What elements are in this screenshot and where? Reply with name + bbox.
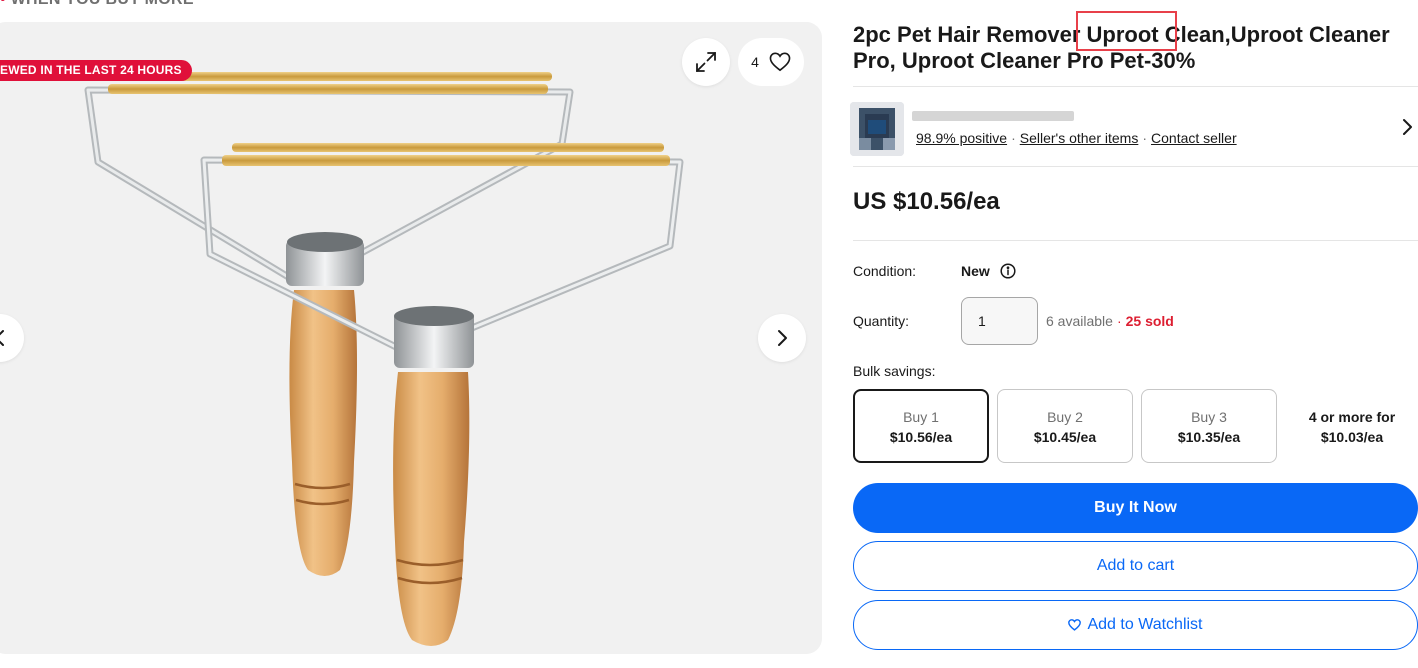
image-gallery[interactable]: EWED IN THE LAST 24 HOURS 4 [0, 22, 822, 654]
separator-dot: · [1116, 313, 1122, 329]
bulk-option-1[interactable]: Buy 1 $10.56/ea [853, 389, 989, 463]
condition-label: Condition: [853, 263, 917, 279]
bulk-savings-label: Bulk savings: [853, 363, 936, 379]
available-count: 6 available [1046, 313, 1113, 329]
divider [853, 86, 1418, 87]
bulk-option-qty: Buy 1 [903, 409, 939, 425]
condition-text: New [961, 263, 990, 279]
divider [853, 240, 1418, 241]
item-title-line2: Pro, Uproot Cleaner Pro Pet-30% [853, 48, 1196, 73]
bulk-option-price: $10.56/ea [889, 429, 953, 445]
seller-info[interactable]: 98.9% positive · Seller's other items · Cont… [848, 100, 1418, 158]
bulk-option-3[interactable]: Buy 3 $10.35/ea [1141, 389, 1277, 463]
seller-avatar-image [850, 102, 904, 156]
quantity-label: Quantity: [853, 313, 910, 329]
heart-icon [769, 52, 791, 72]
seller-other-items-link[interactable]: Seller's other items [1020, 130, 1139, 146]
bulk-option-price: $10.35/ea [1177, 429, 1241, 445]
separator-dot: · [1011, 130, 1016, 146]
buy-it-now-button[interactable]: Buy It Now [853, 483, 1418, 533]
info-icon[interactable] [1000, 263, 1016, 279]
product-image [60, 22, 822, 654]
bulk-more-qty: 4 or more for [1308, 409, 1396, 425]
divider [853, 166, 1418, 167]
seller-links: 98.9% positive · Seller's other items · Cont… [916, 130, 1237, 146]
separator-dot: · [1142, 130, 1148, 146]
add-to-watchlist-label: Add to Watchlist [1087, 616, 1203, 633]
quantity-input[interactable]: 1 [961, 297, 1038, 345]
condition-value: New [961, 263, 1016, 279]
bulk-option-2[interactable]: Buy 2 $10.45/ea [997, 389, 1133, 463]
quantity-availability: 6 available · 25 sold [1046, 313, 1174, 329]
expand-icon [696, 52, 716, 72]
watch-count: 4 [751, 54, 759, 70]
seller-name-redacted [912, 111, 1074, 121]
chevron-left-icon [0, 330, 4, 346]
contact-seller-link[interactable]: Contact seller [1151, 130, 1237, 146]
next-image-button[interactable] [758, 314, 806, 362]
bulk-banner: • WHEN YOU BUY MORE [0, 0, 194, 9]
seller-feedback-link[interactable]: 98.9% positive [916, 130, 1007, 146]
bulk-option-qty: Buy 3 [1191, 409, 1227, 425]
viewed-badge: EWED IN THE LAST 24 HOURS [0, 60, 192, 81]
seller-avatar [850, 102, 904, 156]
banner-dot: • [0, 0, 11, 8]
bulk-option-price: $10.45/ea [1033, 429, 1097, 445]
add-to-cart-button[interactable]: Add to cart [853, 541, 1418, 591]
buy-it-now-label: Buy It Now [1094, 499, 1177, 516]
expand-button[interactable] [682, 38, 730, 86]
item-price: US $10.56/ea [853, 188, 1000, 215]
highlight-annotation [1076, 11, 1177, 51]
banner-text: WHEN YOU BUY MORE [11, 0, 194, 8]
watch-count-button[interactable]: 4 [738, 38, 804, 86]
chevron-right-icon[interactable] [1400, 116, 1416, 138]
bulk-option-4-plus[interactable]: 4 or more for $10.03/ea [1285, 407, 1418, 447]
bulk-option-qty: Buy 2 [1047, 409, 1083, 425]
sold-count: 25 sold [1125, 313, 1174, 329]
chevron-right-icon [778, 330, 787, 346]
bulk-more-price: $10.03/ea [1320, 429, 1384, 445]
add-to-watchlist-button[interactable]: Add to Watchlist [853, 600, 1418, 650]
heart-icon [1068, 619, 1082, 631]
add-to-cart-label: Add to cart [1096, 557, 1175, 574]
